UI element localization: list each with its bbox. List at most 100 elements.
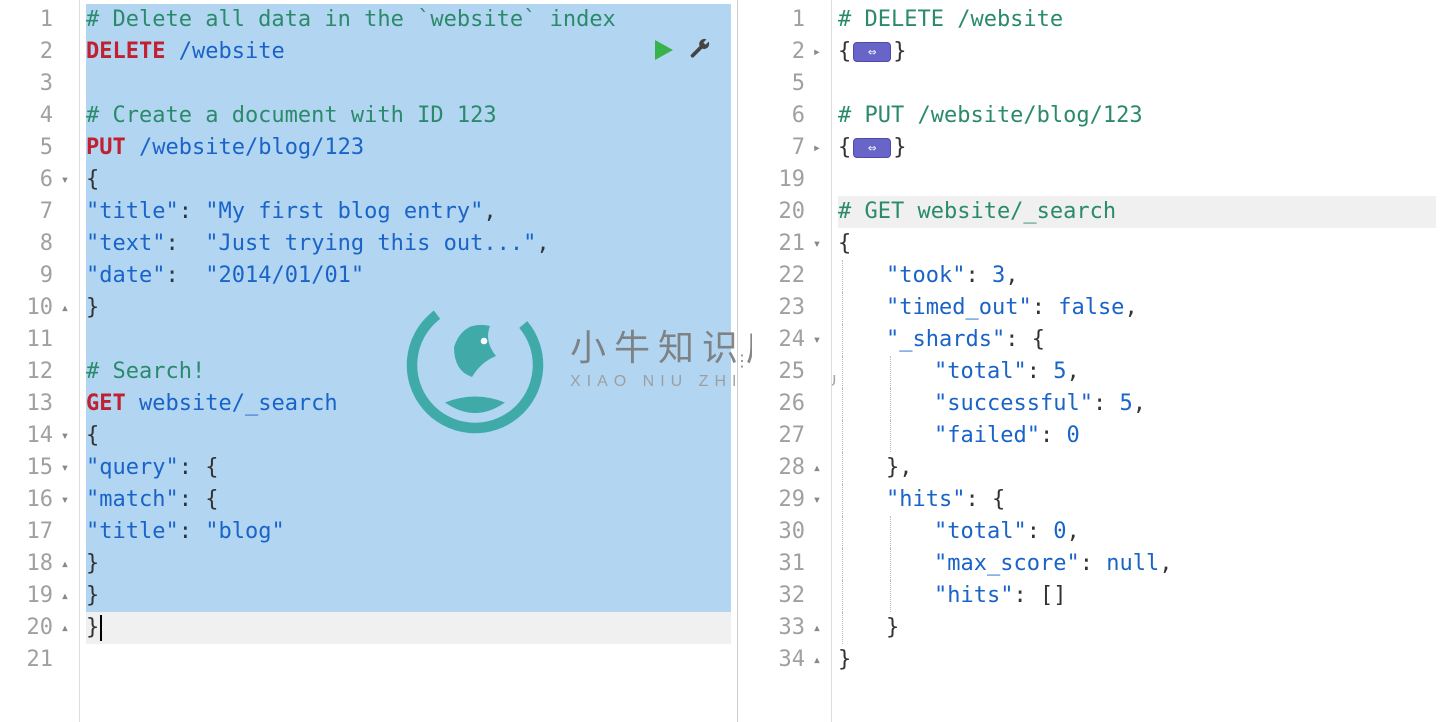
line-number: 9 (0, 260, 57, 292)
brace: } (886, 612, 899, 644)
brace: { (838, 228, 851, 260)
gutter-row: 8 (0, 228, 79, 260)
json-number: 3 (992, 260, 1005, 292)
response-viewer[interactable]: # DELETE /website {} # PUT /website/blog… (832, 0, 1442, 722)
brace: } (86, 292, 99, 324)
json-key: "hits" (886, 484, 965, 516)
line-number: 1 (0, 4, 57, 36)
request-editor-pane: 123456789101112131415161718192021 # Dele… (0, 0, 738, 722)
line-number: 3 (0, 68, 57, 100)
gutter-row: 1 (752, 4, 831, 36)
brace: { (86, 164, 99, 196)
fold-badge-icon[interactable] (853, 42, 891, 62)
brace: } (86, 548, 99, 580)
line-number: 7 (0, 196, 57, 228)
gutter-row: 32 (752, 580, 831, 612)
line-number: 20 (752, 196, 809, 228)
fold-open-icon[interactable] (809, 484, 825, 516)
json-string: "My first blog entry" (205, 196, 483, 228)
json-string: "blog" (205, 516, 284, 548)
gutter-row: 7 (0, 196, 79, 228)
json-key: "total" (934, 516, 1027, 548)
line-number: 31 (752, 548, 809, 580)
fold-closed-icon[interactable] (809, 36, 825, 68)
gutter-row: 27 (752, 420, 831, 452)
request-path: /website (165, 36, 284, 68)
line-number: 15 (0, 452, 57, 484)
brace: } (838, 644, 851, 676)
gutter-row: 5 (752, 68, 831, 100)
fold-open-icon[interactable] (57, 420, 73, 452)
line-number: 18 (0, 548, 57, 580)
json-array: [] (1040, 580, 1067, 612)
gutter-row: 2 (0, 36, 79, 68)
gutter-row: 2 (752, 36, 831, 68)
fold-open-icon[interactable] (57, 164, 73, 196)
drag-handle-icon: ⋮ (734, 345, 750, 377)
fold-end-icon[interactable] (57, 580, 73, 612)
json-key: "total" (934, 356, 1027, 388)
json-key: "text" (86, 228, 165, 260)
gutter-row: 13 (0, 388, 79, 420)
json-key: "timed_out" (886, 292, 1032, 324)
brace: } (893, 132, 906, 164)
gutter-row: 19 (0, 580, 79, 612)
http-verb: GET (86, 388, 126, 420)
line-number: 21 (752, 228, 809, 260)
json-key: "_shards" (886, 324, 1005, 356)
json-number: 5 (1119, 388, 1132, 420)
http-verb: PUT (86, 132, 126, 164)
json-string: "2014/01/01" (205, 260, 364, 292)
http-verb: DELETE (86, 36, 165, 68)
json-key: "hits" (934, 580, 1013, 612)
json-key: "failed" (934, 420, 1040, 452)
line-number: 21 (0, 644, 57, 676)
line-number: 14 (0, 420, 57, 452)
fold-end-icon[interactable] (809, 644, 825, 676)
line-number: 6 (752, 100, 809, 132)
fold-closed-icon[interactable] (809, 132, 825, 164)
gutter-row: 25 (752, 356, 831, 388)
gutter-row: 11 (0, 324, 79, 356)
fold-open-icon[interactable] (57, 452, 73, 484)
fold-open-icon[interactable] (809, 228, 825, 260)
gutter-row: 29 (752, 484, 831, 516)
gutter-row: 6 (752, 100, 831, 132)
pane-splitter[interactable]: ⋮ (738, 0, 752, 722)
gutter-row: 6 (0, 164, 79, 196)
json-key: "match" (86, 484, 179, 516)
play-icon[interactable] (651, 38, 675, 62)
gutter-row: 15 (0, 452, 79, 484)
line-number: 22 (752, 260, 809, 292)
json-key: "successful" (934, 388, 1093, 420)
gutter-row: 7 (752, 132, 831, 164)
fold-end-icon[interactable] (57, 292, 73, 324)
line-number: 20 (0, 612, 57, 644)
json-literal: null (1106, 548, 1159, 580)
request-action-bar (651, 38, 711, 62)
line-number: 30 (752, 516, 809, 548)
line-number: 5 (752, 68, 809, 100)
fold-open-icon[interactable] (57, 484, 73, 516)
brace: }, (886, 452, 913, 484)
gutter-row: 20 (752, 196, 831, 228)
fold-badge-icon[interactable] (853, 138, 891, 158)
request-editor[interactable]: # Delete all data in the `website` index… (80, 0, 737, 722)
gutter-row: 24 (752, 324, 831, 356)
fold-end-icon[interactable] (57, 612, 73, 644)
fold-end-icon[interactable] (809, 452, 825, 484)
request-path: website/_search (126, 388, 338, 420)
line-number: 23 (752, 292, 809, 324)
gutter-row: 28 (752, 452, 831, 484)
gutter-row: 19 (752, 164, 831, 196)
fold-end-icon[interactable] (57, 548, 73, 580)
line-number: 5 (0, 132, 57, 164)
fold-open-icon[interactable] (809, 324, 825, 356)
gutter-row: 34 (752, 644, 831, 676)
brace: } (86, 580, 99, 612)
gutter-row: 12 (0, 356, 79, 388)
wrench-icon[interactable] (689, 38, 711, 62)
fold-end-icon[interactable] (809, 612, 825, 644)
json-number: 5 (1053, 356, 1066, 388)
line-number: 25 (752, 356, 809, 388)
